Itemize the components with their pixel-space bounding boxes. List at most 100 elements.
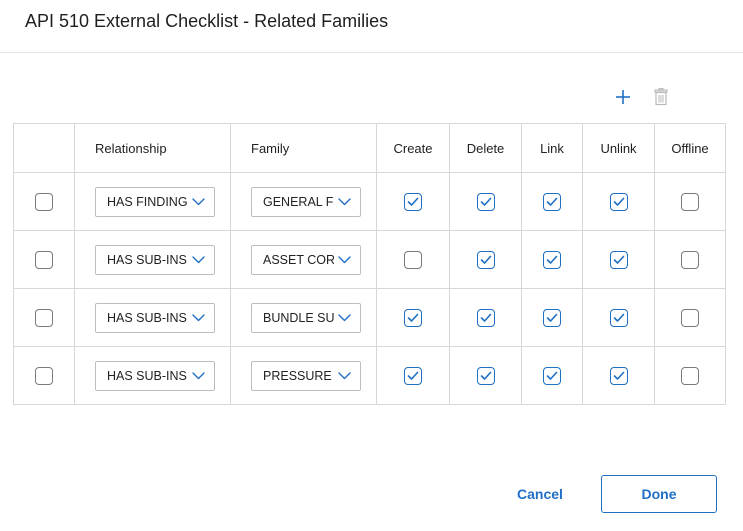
delete-cell — [449, 230, 522, 289]
checkmark-icon — [407, 371, 419, 380]
dialog-title: API 510 External Checklist - Related Fam… — [25, 11, 389, 31]
unlink-cell — [582, 230, 655, 289]
unlink-checkbox[interactable] — [609, 308, 628, 327]
offline-checkbox[interactable] — [681, 308, 699, 327]
family-cell: GENERAL FI — [230, 172, 377, 231]
family-value: PRESSURE T — [263, 368, 334, 383]
column-header-offline: Offline — [654, 123, 726, 173]
row-select-checkbox[interactable] — [35, 192, 53, 211]
relationship-value: HAS SUB-INS — [107, 252, 187, 267]
chevron-down-icon — [338, 197, 351, 205]
table-row: HAS SUB-INS BUNDLE SU — [13, 288, 726, 347]
row-select-cell — [13, 288, 75, 347]
offline-cell — [654, 346, 726, 405]
relationship-value: HAS SUB-INS — [107, 310, 187, 325]
row-select-checkbox[interactable] — [35, 366, 53, 385]
chevron-down-icon — [192, 255, 205, 263]
create-cell — [376, 230, 450, 289]
offline-checkbox[interactable] — [681, 192, 699, 211]
checkmark-icon — [407, 197, 419, 206]
relationship-dropdown[interactable]: HAS SUB-INS — [95, 302, 215, 333]
delete-cell — [449, 288, 522, 347]
cancel-button[interactable]: Cancel — [512, 478, 568, 510]
link-checkbox[interactable] — [543, 366, 561, 385]
unlink-checkbox[interactable] — [609, 366, 628, 385]
chevron-down-icon — [338, 371, 351, 379]
checkmark-icon — [480, 313, 491, 322]
unlink-cell — [582, 172, 655, 231]
column-header-relationship: Relationship — [74, 123, 231, 173]
done-button[interactable]: Done — [601, 475, 717, 513]
chevron-down-icon — [338, 255, 351, 263]
delete-checkbox[interactable] — [476, 192, 495, 211]
row-select-cell — [13, 172, 75, 231]
unlink-checkbox[interactable] — [609, 192, 628, 211]
row-select-cell — [13, 230, 75, 289]
link-checkbox[interactable] — [543, 192, 561, 211]
checkmark-icon — [407, 313, 419, 322]
delete-checkbox[interactable] — [476, 250, 495, 269]
create-cell — [376, 346, 450, 405]
offline-cell — [654, 288, 726, 347]
table-header-row: Relationship Family Create Delete Link U… — [13, 123, 726, 173]
offline-cell — [654, 230, 726, 289]
create-cell — [376, 172, 450, 231]
relationship-dropdown[interactable]: HAS FINDING — [95, 186, 215, 217]
family-dropdown[interactable]: BUNDLE SU — [251, 302, 361, 333]
offline-cell — [654, 172, 726, 231]
link-checkbox[interactable] — [543, 308, 561, 327]
trash-icon — [654, 88, 668, 106]
title-divider — [0, 52, 743, 53]
checkmark-icon — [480, 371, 491, 380]
offline-checkbox[interactable] — [681, 250, 699, 269]
family-cell: BUNDLE SU — [230, 288, 377, 347]
link-cell — [521, 172, 583, 231]
row-select-checkbox[interactable] — [35, 308, 53, 327]
offline-checkbox[interactable] — [681, 366, 699, 385]
relationship-value: HAS FINDING — [107, 194, 188, 209]
family-value: GENERAL FI — [263, 194, 334, 209]
column-header-delete: Delete — [449, 123, 522, 173]
column-header-create: Create — [376, 123, 450, 173]
family-dropdown[interactable]: PRESSURE T — [251, 360, 361, 391]
related-families-table: Relationship Family Create Delete Link U… — [13, 123, 726, 405]
relationship-dropdown[interactable]: HAS SUB-INS — [95, 360, 215, 391]
create-checkbox[interactable] — [404, 192, 422, 211]
delete-checkbox[interactable] — [476, 366, 495, 385]
checkmark-icon — [613, 255, 624, 264]
checkmark-icon — [546, 313, 558, 322]
family-dropdown[interactable]: ASSET CORI — [251, 244, 361, 275]
family-value: BUNDLE SU — [263, 310, 334, 325]
checkmark-icon — [480, 197, 491, 206]
family-dropdown[interactable]: GENERAL FI — [251, 186, 361, 217]
link-cell — [521, 346, 583, 405]
chevron-down-icon — [192, 371, 205, 379]
checkmark-icon — [613, 313, 624, 322]
unlink-checkbox[interactable] — [609, 250, 628, 269]
column-header-unlink: Unlink — [582, 123, 655, 173]
checkmark-icon — [613, 371, 624, 380]
create-checkbox[interactable] — [404, 308, 422, 327]
add-row-button[interactable] — [612, 86, 634, 108]
column-header-link: Link — [521, 123, 583, 173]
link-checkbox[interactable] — [543, 250, 561, 269]
chevron-down-icon — [192, 197, 205, 205]
checkmark-icon — [546, 197, 558, 206]
checkmark-icon — [480, 255, 491, 264]
delete-row-button[interactable] — [650, 86, 672, 108]
link-cell — [521, 230, 583, 289]
create-checkbox[interactable] — [404, 250, 422, 269]
create-checkbox[interactable] — [404, 366, 422, 385]
relationship-value: HAS SUB-INS — [107, 368, 187, 383]
row-select-cell — [13, 346, 75, 405]
relationship-cell: HAS FINDING — [74, 172, 231, 231]
delete-checkbox[interactable] — [476, 308, 495, 327]
row-select-checkbox[interactable] — [35, 250, 53, 269]
delete-cell — [449, 346, 522, 405]
plus-icon — [616, 90, 630, 104]
unlink-cell — [582, 288, 655, 347]
family-cell: PRESSURE T — [230, 346, 377, 405]
delete-cell — [449, 172, 522, 231]
relationship-dropdown[interactable]: HAS SUB-INS — [95, 244, 215, 275]
link-cell — [521, 288, 583, 347]
